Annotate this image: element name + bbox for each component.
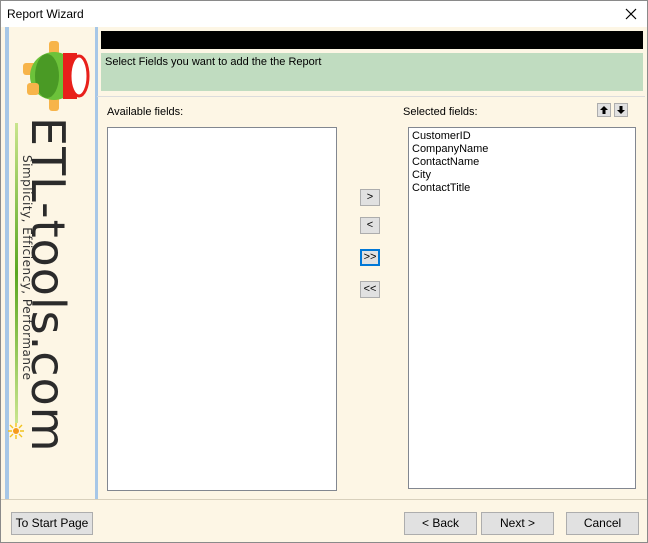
instruction-text: Select Fields you want to add the the Re…	[105, 56, 322, 68]
wizard-client-area: Simplicity, Efficiency, Performance ETL-…	[1, 27, 647, 542]
title-bar: Report Wizard	[1, 1, 647, 27]
selected-fields-list[interactable]: CustomerID CompanyName ContactName City …	[408, 127, 636, 489]
next-button[interactable]: Next >	[481, 512, 554, 535]
banner-logo-text: ETL-tools.com	[21, 117, 75, 453]
footer-divider	[1, 499, 647, 500]
cancel-button[interactable]: Cancel	[566, 512, 639, 535]
list-item[interactable]: CompanyName	[409, 143, 635, 156]
report-wizard-window: Report Wizard Simplicity, Efficiency, Pe…	[0, 0, 648, 543]
sun-icon	[8, 423, 24, 439]
close-button[interactable]	[615, 1, 647, 27]
arrow-up-icon	[600, 106, 608, 114]
list-item[interactable]: CustomerID	[409, 130, 635, 143]
arrow-down-icon	[617, 106, 625, 114]
to-start-page-button[interactable]: To Start Page	[11, 512, 93, 535]
add-all-fields-button[interactable]: >>	[360, 249, 380, 266]
available-fields-label: Available fields:	[107, 106, 184, 118]
add-field-button[interactable]: >	[360, 189, 380, 206]
remove-field-button[interactable]: <	[360, 217, 380, 234]
available-fields-list[interactable]	[107, 127, 337, 491]
etl-tools-logo	[23, 41, 90, 111]
instruction-panel: Select Fields you want to add the the Re…	[101, 53, 643, 91]
list-item[interactable]: City	[409, 169, 635, 182]
list-item[interactable]: ContactTitle	[409, 182, 635, 195]
banner-accent-line	[15, 123, 18, 423]
header-bar	[101, 31, 643, 49]
list-item[interactable]: ContactName	[409, 156, 635, 169]
selected-fields-label: Selected fields:	[403, 106, 478, 118]
close-icon	[625, 8, 637, 20]
move-down-button[interactable]	[614, 103, 628, 117]
move-up-button[interactable]	[597, 103, 611, 117]
etl-tools-banner: Simplicity, Efficiency, Performance ETL-…	[5, 27, 98, 499]
back-button[interactable]: < Back	[404, 512, 477, 535]
window-title: Report Wizard	[7, 7, 84, 21]
panel-divider	[97, 96, 645, 97]
remove-all-fields-button[interactable]: <<	[360, 281, 380, 298]
